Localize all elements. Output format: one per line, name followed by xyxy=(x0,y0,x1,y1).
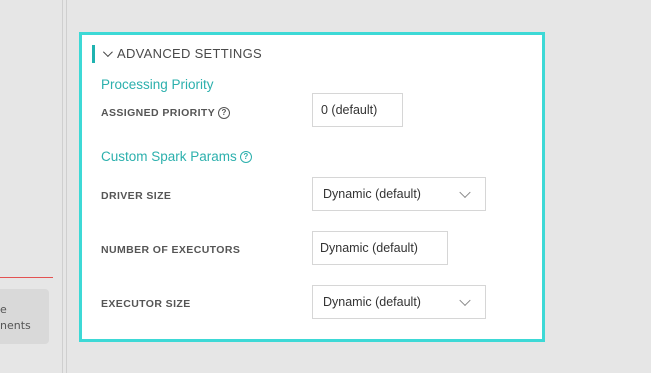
number-of-executors-label: NUMBER OF EXECUTORS xyxy=(101,244,240,256)
panel-divider xyxy=(62,0,63,373)
chevron-down-icon xyxy=(459,186,471,199)
help-icon[interactable]: ? xyxy=(239,150,252,163)
driver-size-label: DRIVER SIZE xyxy=(101,190,171,202)
advanced-settings-panel: ADVANCED SETTINGS Processing Priority AS… xyxy=(79,32,545,342)
advanced-settings-header[interactable]: ADVANCED SETTINGS xyxy=(92,44,262,63)
driver-size-value: Dynamic (default) xyxy=(323,187,421,201)
assigned-priority-input[interactable]: 0 (default) xyxy=(312,93,403,127)
driver-size-label-text: DRIVER SIZE xyxy=(101,190,172,202)
custom-spark-params-title: Custom Spark Params ? xyxy=(101,149,252,164)
advanced-settings-title: ADVANCED SETTINGS xyxy=(117,46,262,61)
assigned-priority-value: 0 (default) xyxy=(321,103,378,117)
chevron-down-icon[interactable] xyxy=(102,47,113,58)
processing-priority-title: Processing Priority xyxy=(101,77,214,92)
number-of-executors-value: Dynamic (default) xyxy=(320,241,418,255)
chevron-down-icon xyxy=(459,294,471,307)
panel-divider-secondary xyxy=(66,0,67,373)
number-of-executors-label-text: NUMBER OF EXECUTORS xyxy=(101,244,241,256)
executor-size-select[interactable]: Dynamic (default) xyxy=(312,285,486,319)
sidebar-card-line2: nents xyxy=(0,319,31,332)
sidebar-card[interactable]: e nents xyxy=(0,289,49,344)
assigned-priority-label: ASSIGNED PRIORITY ? xyxy=(101,107,231,119)
help-icon[interactable]: ? xyxy=(218,107,231,119)
executor-size-label-text: EXECUTOR SIZE xyxy=(101,298,191,310)
driver-size-select[interactable]: Dynamic (default) xyxy=(312,177,486,211)
executor-size-label: EXECUTOR SIZE xyxy=(101,298,191,310)
number-of-executors-input[interactable]: Dynamic (default) xyxy=(312,231,448,265)
executor-size-value: Dynamic (default) xyxy=(323,295,421,309)
header-accent-bar xyxy=(92,44,95,63)
custom-spark-params-title-text: Custom Spark Params xyxy=(101,149,237,164)
processing-priority-title-text: Processing Priority xyxy=(101,77,214,92)
assigned-priority-label-text: ASSIGNED PRIORITY xyxy=(101,107,216,119)
sidebar-card-line1: e xyxy=(0,303,7,316)
sidebar-divider xyxy=(0,277,53,278)
